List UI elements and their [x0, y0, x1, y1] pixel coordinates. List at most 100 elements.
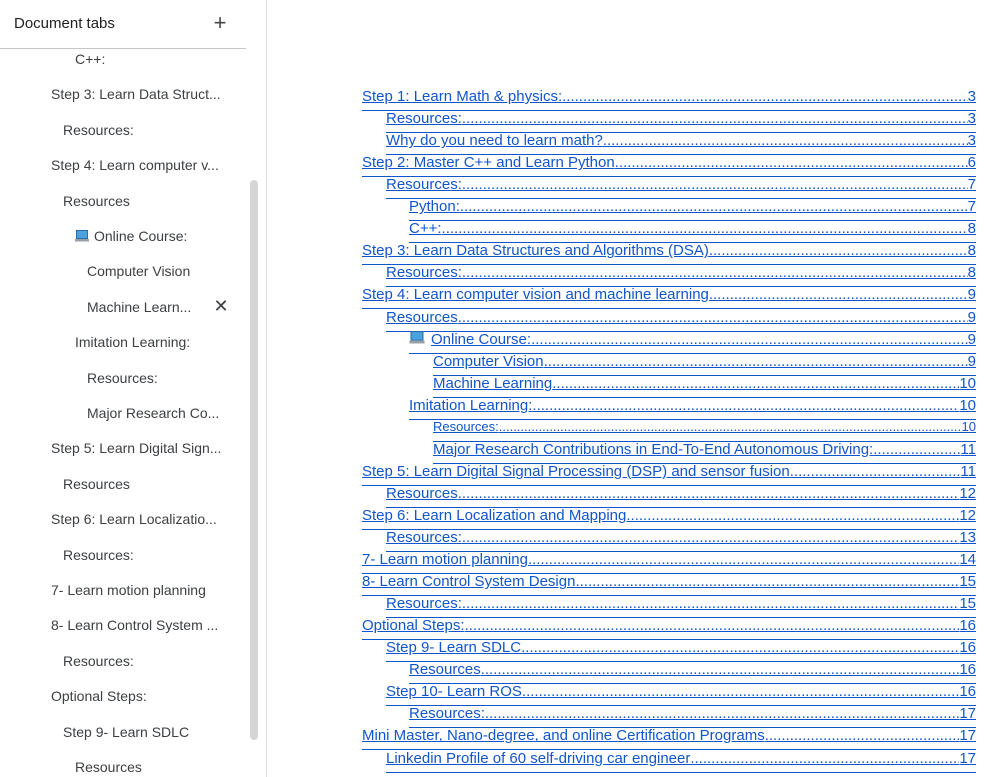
- toc-page-number: 17: [959, 705, 976, 723]
- toc-entry-title: Resources:: [386, 595, 462, 613]
- toc-entry[interactable]: Computer Vision.........................…: [433, 353, 976, 376]
- toc-entry[interactable]: Step 6: Learn Localization and Mapping..…: [362, 507, 976, 530]
- toc-entry[interactable]: 8- Learn Control System Design..........…: [362, 573, 976, 597]
- toc-leader-dots: ........................................…: [532, 396, 959, 414]
- toc-entry-title: Why do you need to learn math?: [386, 132, 603, 150]
- toc-leader-dots: ........................................…: [690, 749, 960, 767]
- toc-page-number: 9: [967, 330, 976, 348]
- toc-entry-title: Step 1: Learn Math & physics:: [362, 88, 563, 105]
- toc-entry-title: Step 9- Learn SDLC: [386, 639, 522, 657]
- toc-entry[interactable]: 7- Learn motion planning................…: [362, 551, 976, 575]
- toc-entry[interactable]: Resources:..............................…: [433, 419, 976, 442]
- toc-leader-dots: ........................................…: [461, 110, 968, 128]
- toc-page-number: 6: [967, 154, 976, 172]
- toc-entry[interactable]: Resources...............................…: [386, 485, 976, 508]
- toc-entry-title: Resources:: [386, 110, 462, 128]
- toc-leader-dots: ........................................…: [464, 617, 960, 635]
- toc-page-number: 10: [959, 374, 976, 392]
- toc-leader-dots: ........................................…: [521, 683, 960, 701]
- toc-page-number: 13: [959, 529, 976, 546]
- toc-entry[interactable]: Step 2: Master C++ and Learn Python.....…: [362, 154, 976, 178]
- toc-leader-dots: ........................................…: [614, 154, 968, 172]
- toc-entry[interactable]: Resources:..............................…: [386, 595, 976, 619]
- toc-entry[interactable]: Step 4: Learn computer vision and machin…: [362, 286, 976, 310]
- toc-leader-dots: ........................................…: [575, 573, 960, 591]
- toc-entry[interactable]: Mini Master, Nano-degree, and online Cer…: [362, 727, 976, 751]
- toc-entry-title: Resources: [386, 308, 458, 326]
- toc-page-number: 11: [960, 440, 976, 458]
- toc-leader-dots: ........................................…: [626, 506, 959, 524]
- toc-leader-dots: ........................................…: [498, 418, 962, 434]
- toc-entry-title: Optional Steps:: [362, 617, 465, 635]
- toc-entry[interactable]: Step 9- Learn SDLC......................…: [386, 639, 976, 663]
- toc-entry[interactable]: Why do you need to learn math?..........…: [386, 132, 976, 156]
- toc-leader-dots: ........................................…: [789, 462, 961, 480]
- toc-entry[interactable]: Step 10- Learn ROS......................…: [386, 683, 976, 707]
- toc-page-number: 3: [967, 132, 976, 150]
- toc-leader-dots: ........................................…: [543, 352, 968, 370]
- toc-page-number: 12: [959, 484, 976, 502]
- toc-page-number: 9: [967, 352, 976, 370]
- toc-entry[interactable]: Resources:..............................…: [386, 529, 976, 552]
- toc-leader-dots: ........................................…: [461, 529, 959, 546]
- toc-entry-title: Step 10- Learn ROS: [386, 683, 522, 701]
- toc-leader-dots: ........................................…: [441, 220, 968, 238]
- toc-entry[interactable]: Imitation Learning:.....................…: [409, 397, 976, 420]
- table-of-contents: Step 1: Learn Math & physics:...........…: [0, 0, 1005, 777]
- toc-entry[interactable]: Step 5: Learn Digital Signal Processing …: [362, 463, 976, 486]
- toc-entry-title: Resources:: [386, 176, 462, 194]
- toc-page-number: 7: [967, 176, 976, 194]
- toc-entry-title: Resources: [386, 484, 458, 502]
- toc-page-number: 3: [967, 110, 976, 128]
- toc-entry-title: Mini Master, Nano-degree, and online Cer…: [362, 727, 765, 745]
- toc-leader-dots: ........................................…: [602, 132, 968, 150]
- toc-page-number: 9: [967, 308, 976, 326]
- toc-page-number: 10: [961, 418, 976, 434]
- toc-page-number: 8: [967, 220, 976, 238]
- toc-entry[interactable]: Resources...............................…: [386, 309, 976, 332]
- toc-page-number: 8: [967, 264, 976, 282]
- toc-entry-title: Step 5: Learn Digital Signal Processing …: [362, 462, 790, 480]
- toc-entry-title: Step 6: Learn Localization and Mapping: [362, 506, 627, 524]
- toc-leader-dots: ........................................…: [708, 286, 968, 304]
- toc-entry[interactable]: Resources:..............................…: [409, 705, 976, 729]
- toc-entry[interactable]: Python:.................................…: [409, 198, 976, 222]
- toc-entry[interactable]: Resources:..............................…: [386, 264, 976, 288]
- toc-entry[interactable]: Online Course:..........................…: [409, 330, 976, 354]
- toc-leader-dots: ........................................…: [521, 639, 959, 657]
- toc-entry[interactable]: Step 1: Learn Math & physics:...........…: [362, 88, 976, 111]
- toc-entry-title: Resources:: [386, 264, 462, 282]
- toc-entry[interactable]: Step 3: Learn Data Structures and Algori…: [362, 242, 976, 266]
- toc-page-number: 16: [959, 683, 976, 701]
- toc-leader-dots: ........................................…: [480, 661, 960, 679]
- toc-page-number: 17: [959, 727, 976, 745]
- toc-entry[interactable]: Major Research Contributions in End-To-E…: [433, 441, 976, 464]
- toc-page-number: 15: [959, 573, 976, 591]
- toc-entry[interactable]: C++:....................................…: [409, 220, 976, 244]
- toc-entry-title: C++:: [409, 220, 442, 238]
- toc-entry-title: Linkedin Profile of 60 self-driving car …: [386, 749, 691, 767]
- toc-page-number: 3: [967, 88, 976, 105]
- toc-entry-title: Computer Vision: [433, 352, 544, 370]
- toc-entry[interactable]: Machine Learning........................…: [433, 375, 976, 398]
- toc-page-number: 17: [959, 749, 976, 767]
- toc-leader-dots: ........................................…: [461, 264, 968, 282]
- toc-leader-dots: ........................................…: [461, 176, 968, 194]
- toc-page-number: 11: [960, 462, 976, 480]
- toc-page-number: 15: [959, 595, 976, 613]
- toc-entry[interactable]: Optional Steps:.........................…: [362, 617, 976, 641]
- toc-page-number: 10: [959, 396, 976, 414]
- toc-entry-title: Imitation Learning:: [409, 396, 533, 414]
- toc-entry-title: Resources:: [433, 418, 499, 434]
- toc-page-number: 16: [959, 661, 976, 679]
- toc-entry-title: Step 3: Learn Data Structures and Algori…: [362, 242, 709, 260]
- toc-page-number: 16: [959, 639, 976, 657]
- toc-page-number: 9: [967, 286, 976, 304]
- toc-entry[interactable]: Linkedin Profile of 60 self-driving car …: [386, 750, 976, 773]
- toc-leader-dots: ........................................…: [527, 551, 959, 569]
- toc-entry-title: Resources:: [409, 705, 485, 723]
- toc-entry[interactable]: Resources:..............................…: [386, 110, 976, 134]
- toc-entry[interactable]: Resources:..............................…: [386, 176, 976, 200]
- toc-entry[interactable]: Resources...............................…: [409, 661, 976, 685]
- toc-entry-title: Resources:: [386, 529, 462, 546]
